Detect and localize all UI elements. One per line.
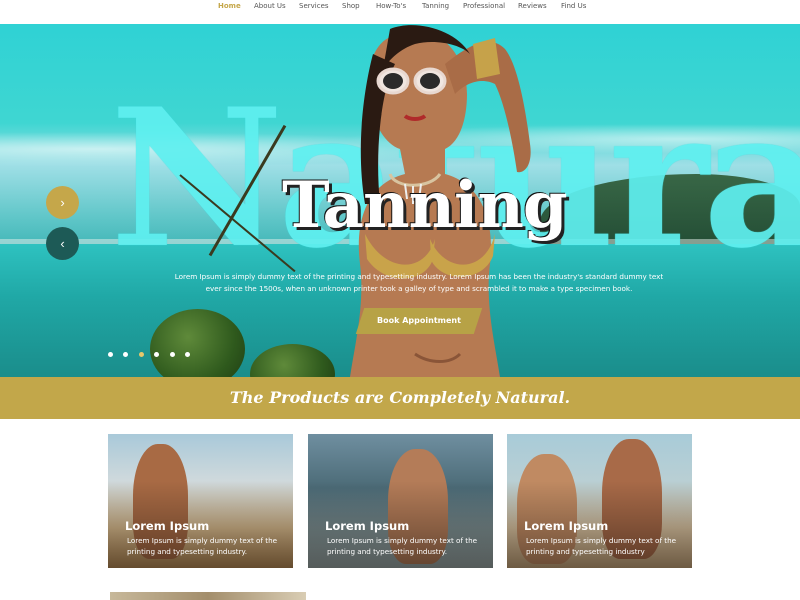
slider-dot-active[interactable] <box>138 352 144 357</box>
top-navigation: Home About Us Services Shop How-To's Tan… <box>0 0 800 24</box>
slider-dot[interactable] <box>169 352 175 357</box>
slider-next-button[interactable]: › <box>46 186 79 219</box>
nav-item-shop[interactable]: Shop <box>342 0 360 12</box>
slider-prev-button[interactable]: ‹ <box>46 227 79 260</box>
feature-card[interactable]: Lorem Ipsum Lorem Ipsum is simply dummy … <box>308 434 493 568</box>
chevron-left-icon: ‹ <box>60 236 65 251</box>
nav-item-professional[interactable]: Professional <box>463 0 505 12</box>
hero-headline: Tanning <box>282 168 568 243</box>
card-title: Lorem Ipsum <box>325 519 410 533</box>
products-banner: The Products are Completely Natural. <box>0 377 800 419</box>
nav-item-tanning[interactable]: Tanning <box>422 0 449 12</box>
card-description: Lorem Ipsum is simply dummy text of the … <box>327 536 478 556</box>
nav-item-reviews[interactable]: Reviews <box>518 0 547 12</box>
nav-item-services[interactable]: Services <box>299 0 329 12</box>
hero-description: Lorem Ipsum is simply dummy text of the … <box>174 272 664 293</box>
nav-item-about-us[interactable]: About Us <box>254 0 286 12</box>
card-title: Lorem Ipsum <box>524 519 609 533</box>
card-description: Lorem Ipsum is simply dummy text of the … <box>127 536 278 556</box>
card-title: Lorem Ipsum <box>125 519 210 533</box>
card-description: Lorem Ipsum is simply dummy text of the … <box>526 536 677 556</box>
feature-card[interactable]: Lorem Ipsum Lorem Ipsum is simply dummy … <box>108 434 293 568</box>
slider-dot[interactable] <box>108 352 113 357</box>
banner-text: The Products are Completely Natural. <box>229 388 571 407</box>
book-appointment-button[interactable]: Book Appointment <box>355 308 483 334</box>
nav-item-how-tos[interactable]: How-To's <box>376 0 406 12</box>
slider-pagination <box>108 344 196 357</box>
nav-item-home[interactable]: Home <box>218 0 241 12</box>
next-section-image <box>110 592 306 600</box>
chevron-right-icon: › <box>60 195 65 210</box>
feature-card[interactable]: Lorem Ipsum Lorem Ipsum is simply dummy … <box>507 434 692 568</box>
nav-item-find-us[interactable]: Find Us <box>561 0 586 12</box>
hero-slider: Natural Tanning Lorem Ipsum is simply du… <box>0 24 800 377</box>
book-appointment-label: Book Appointment <box>377 316 461 325</box>
